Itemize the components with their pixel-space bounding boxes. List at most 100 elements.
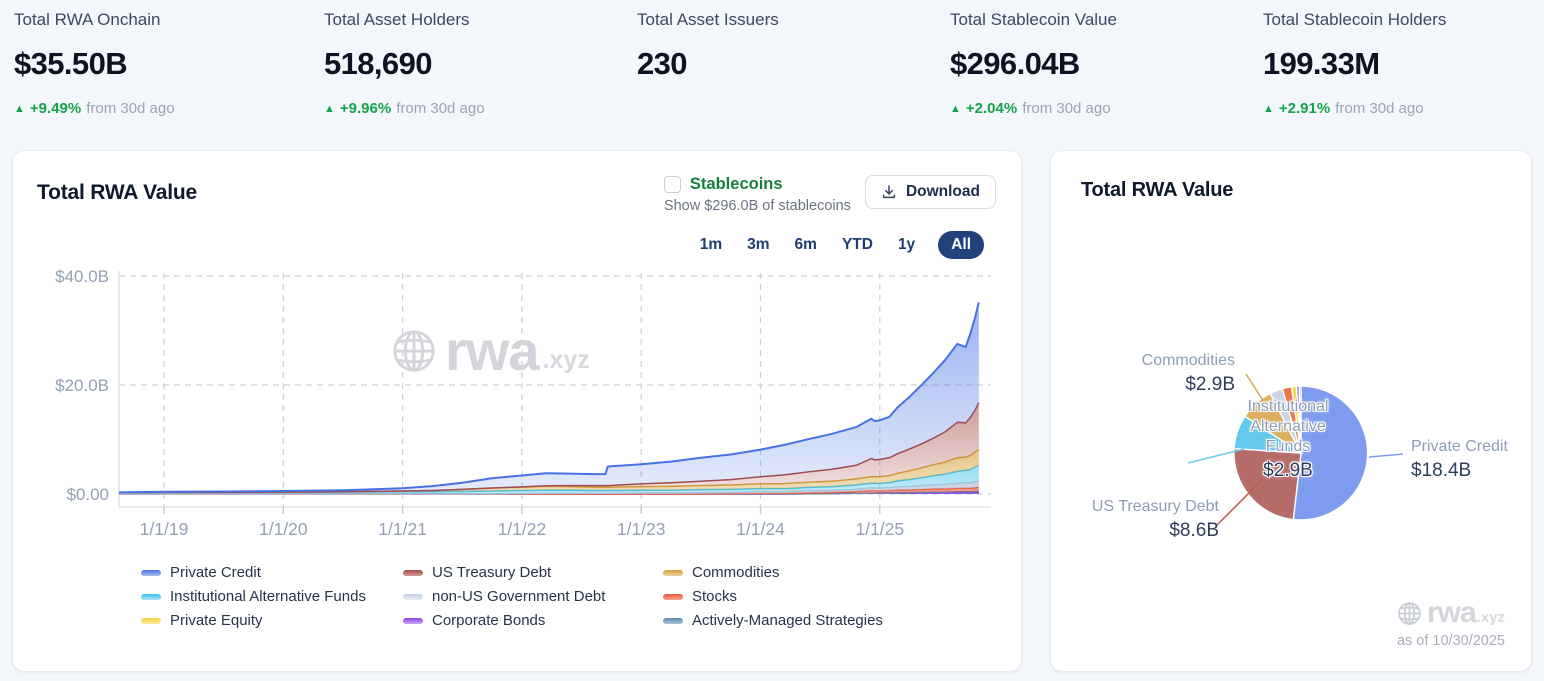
svg-text:1/1/20: 1/1/20	[259, 519, 308, 539]
legend-swatch	[403, 570, 423, 576]
stablecoins-label: Stablecoins	[690, 175, 783, 194]
stat-label: Total Stablecoin Holders	[1263, 10, 1544, 30]
legend-swatch	[403, 618, 423, 624]
stat-value: $296.04B	[950, 46, 1250, 82]
stat-delta: +2.04%	[966, 100, 1017, 117]
legend-item-stocks[interactable]: Stocks	[663, 588, 943, 605]
legend-item-actively-managed-strategies[interactable]: Actively-Managed Strategies	[663, 612, 943, 629]
legend-swatch	[141, 618, 161, 624]
stat-change: ▲ +9.96% from 30d ago	[324, 100, 624, 117]
legend-item-corporate-bonds[interactable]: Corporate Bonds	[403, 612, 663, 629]
stats-row: Total RWA Onchain $35.50B ▲ +9.49% from 30d …	[0, 0, 1544, 140]
stat-period: from 30d ago	[396, 100, 484, 117]
up-arrow-icon: ▲	[1263, 103, 1274, 115]
legend-column: Commodities Stocks Actively-Managed Strate…	[663, 564, 943, 629]
up-arrow-icon: ▲	[14, 103, 25, 115]
svg-text:1/1/23: 1/1/23	[617, 519, 666, 539]
stat-label: Total Stablecoin Value	[950, 10, 1250, 30]
time-range-all[interactable]: All	[938, 231, 984, 259]
legend-swatch	[141, 570, 161, 576]
chart-legend: Private Credit Institutional Alternative …	[141, 564, 943, 629]
stat-delta: +9.96%	[340, 100, 391, 117]
stat-total-stablecoin-value: Total Stablecoin Value $296.04B ▲ +2.04% fro…	[950, 8, 1250, 117]
time-range-1m[interactable]: 1m	[698, 232, 724, 258]
area-chart-svg: $0.00 $20.0B $40.0B 1/1/19 1/1/20 1/1/21 1/1/2…	[29, 263, 1009, 563]
stat-label: Total Asset Issuers	[637, 10, 937, 30]
up-arrow-icon: ▲	[950, 103, 961, 115]
stat-period: from 30d ago	[1335, 100, 1423, 117]
legend-swatch	[403, 594, 423, 600]
globe-icon	[1397, 601, 1422, 626]
legend-label: Stocks	[692, 588, 737, 605]
legend-item-private-credit[interactable]: Private Credit	[141, 564, 403, 581]
pie-label-us-treasury-debt: US Treasury Debt $8.6B	[1092, 497, 1219, 542]
time-range-selector: 1m 3m 6m YTD 1y All	[698, 231, 984, 259]
watermark-tld: .xyz	[1477, 609, 1505, 626]
stat-period: from 30d ago	[86, 100, 174, 117]
legend-column: US Treasury Debt non-US Government Debt Co…	[403, 564, 663, 629]
download-button[interactable]: Download	[865, 175, 996, 209]
stat-value: $35.50B	[14, 46, 314, 82]
legend-item-non-us-government-debt[interactable]: non-US Government Debt	[403, 588, 663, 605]
stat-value: 518,690	[324, 46, 624, 82]
svg-text:1/1/21: 1/1/21	[378, 519, 427, 539]
stat-label: Total RWA Onchain	[14, 10, 314, 30]
stat-label: Total Asset Holders	[324, 10, 624, 30]
time-range-3m[interactable]: 3m	[745, 232, 771, 258]
download-icon	[881, 184, 897, 200]
pie-label-private-credit: Private Credit $18.4B	[1411, 437, 1508, 482]
legend-label: US Treasury Debt	[432, 564, 551, 581]
legend-label: non-US Government Debt	[432, 588, 605, 605]
stat-change: ▲ +2.04% from 30d ago	[950, 100, 1250, 117]
legend-item-institutional-alternative-funds[interactable]: Institutional Alternative Funds	[141, 588, 403, 605]
legend-label: Private Credit	[170, 564, 261, 581]
legend-item-private-equity[interactable]: Private Equity	[141, 612, 403, 629]
total-rwa-value-chart-card: Total RWA Value Stablecoins Show $296.0B…	[12, 150, 1022, 672]
svg-text:1/1/24: 1/1/24	[736, 519, 785, 539]
svg-text:1/1/25: 1/1/25	[855, 519, 904, 539]
svg-text:$40.0B: $40.0B	[55, 267, 109, 286]
legend-swatch	[141, 594, 161, 600]
stablecoins-toggle-block: Stablecoins Show $296.0B of stablecoins	[664, 175, 851, 214]
download-label: Download	[906, 183, 980, 201]
svg-text:1/1/22: 1/1/22	[498, 519, 547, 539]
stat-value: 199.33M	[1263, 46, 1544, 82]
svg-text:1/1/19: 1/1/19	[140, 519, 189, 539]
pie-label-institutional-alternative-funds: Institutional Alternative Funds $2.9B	[1236, 397, 1340, 482]
legend-label: Commodities	[692, 564, 780, 581]
time-range-6m[interactable]: 6m	[793, 232, 819, 258]
legend-column: Private Credit Institutional Alternative …	[141, 564, 403, 629]
stat-period: from 30d ago	[1022, 100, 1110, 117]
legend-label: Actively-Managed Strategies	[692, 612, 883, 629]
page-title: Total RWA Value	[37, 181, 197, 205]
legend-swatch	[663, 570, 683, 576]
stat-total-asset-holders: Total Asset Holders 518,690 ▲ +9.96% from 30…	[324, 8, 624, 117]
legend-swatch	[663, 618, 683, 624]
legend-label: Institutional Alternative Funds	[170, 588, 366, 605]
stat-change: ▲ +2.91% from 30d ago	[1263, 100, 1544, 117]
stat-value: 230	[637, 46, 937, 82]
legend-label: Corporate Bonds	[432, 612, 545, 629]
stat-change: ▲ +9.49% from 30d ago	[14, 100, 314, 117]
up-arrow-icon: ▲	[324, 103, 335, 115]
watermark-brand: rwa	[1427, 598, 1476, 628]
stat-total-rwa-onchain: Total RWA Onchain $35.50B ▲ +9.49% from 30d …	[14, 8, 314, 117]
time-range-1y[interactable]: 1y	[896, 232, 917, 258]
stat-delta: +9.49%	[30, 100, 81, 117]
stablecoins-toggle[interactable]: Stablecoins	[664, 175, 851, 194]
pie-label-commodities: Commodities $2.9B	[1142, 351, 1235, 396]
svg-text:$0.00: $0.00	[66, 485, 109, 504]
stat-total-stablecoin-holders: Total Stablecoin Holders 199.33M ▲ +2.91% fr…	[1263, 8, 1544, 117]
stat-total-asset-issuers: Total Asset Issuers 230	[637, 8, 937, 82]
stablecoins-checkbox[interactable]	[664, 176, 681, 193]
svg-text:$20.0B: $20.0B	[55, 376, 109, 395]
as-of-date: as of 10/30/2025	[1397, 633, 1505, 649]
rwa-value-area-chart: $0.00 $20.0B $40.0B 1/1/19 1/1/20 1/1/21 1/1/2…	[29, 263, 1009, 563]
total-rwa-value-pie-card: Total RWA Value Commodities $2.9B Instit…	[1050, 150, 1532, 672]
legend-label: Private Equity	[170, 612, 263, 629]
rwa-xyz-watermark-small: rwa .xyz as of 10/30/2025	[1397, 598, 1505, 649]
time-range-ytd[interactable]: YTD	[840, 232, 875, 258]
stat-delta: +2.91%	[1279, 100, 1330, 117]
legend-item-commodities[interactable]: Commodities	[663, 564, 943, 581]
legend-item-us-treasury-debt[interactable]: US Treasury Debt	[403, 564, 663, 581]
